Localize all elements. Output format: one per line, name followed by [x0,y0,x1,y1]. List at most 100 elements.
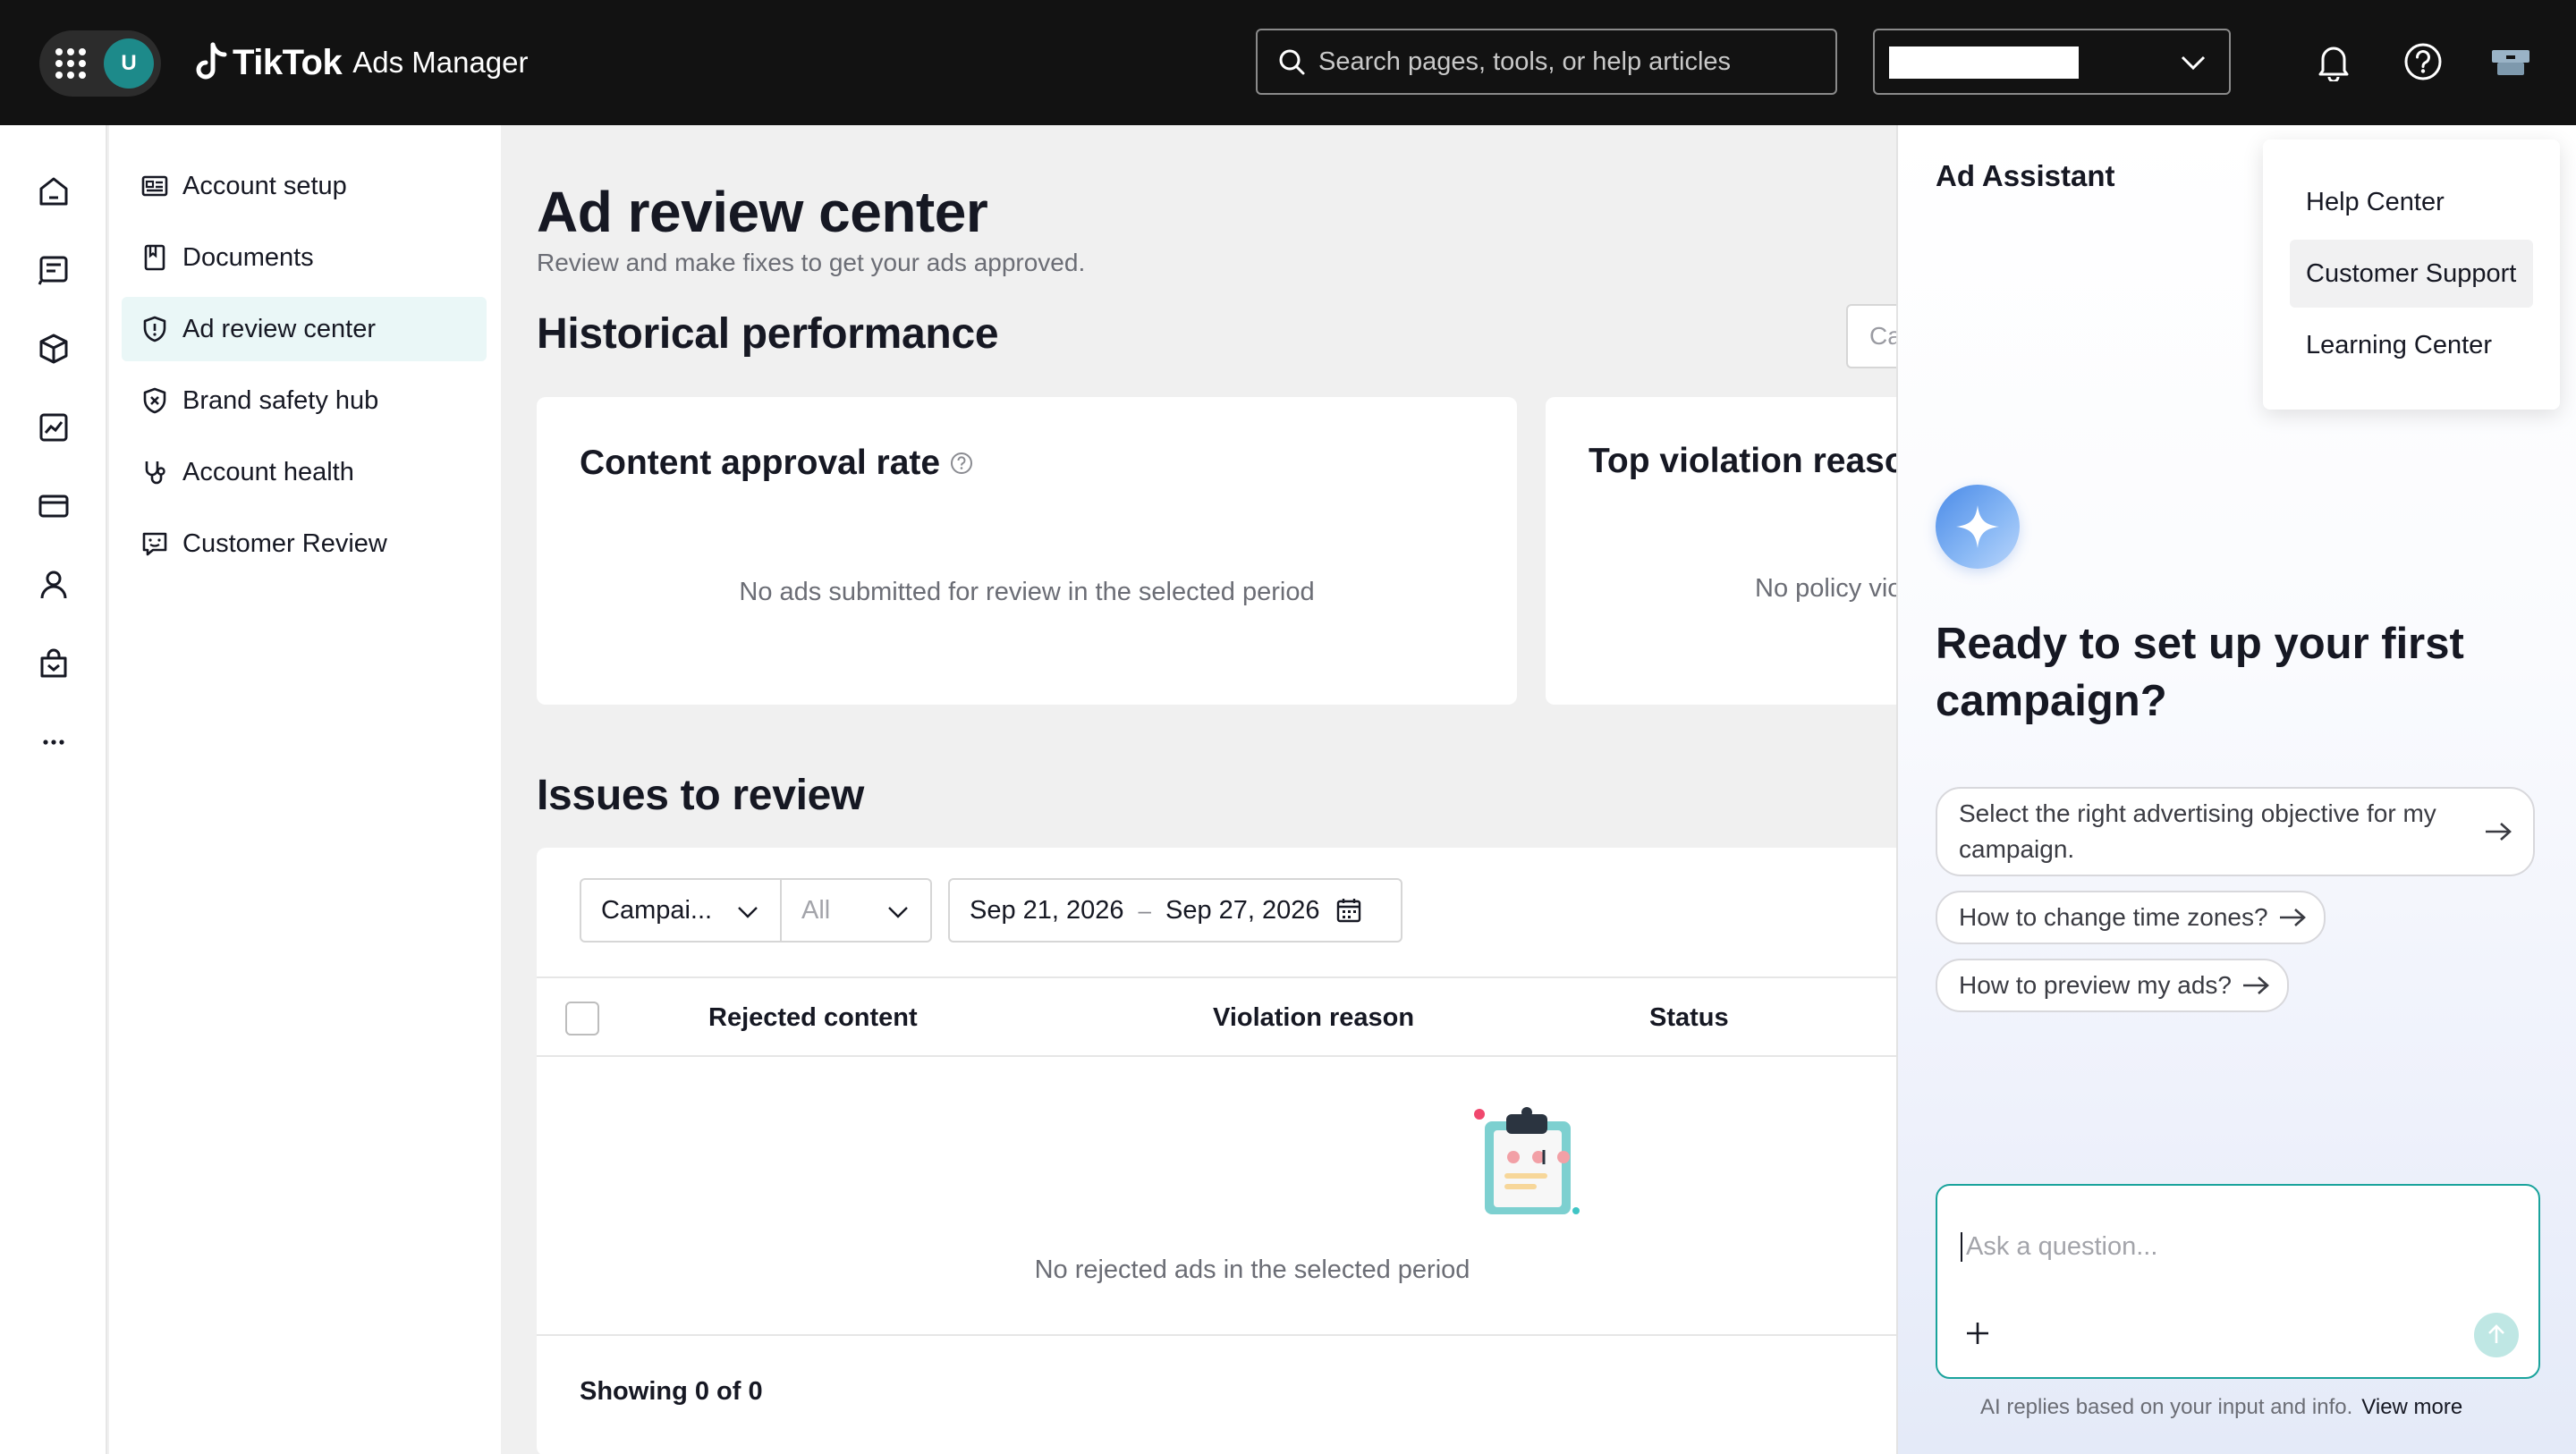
pagination-summary: Showing 0 of 0 [580,1377,763,1406]
shield-info-icon [140,314,170,344]
status-filter-value: All [801,895,831,925]
left-rail [0,125,107,1454]
campaign-icon[interactable] [32,249,75,292]
suggestion-preview-ads[interactable]: How to preview my ads? [1936,959,2290,1012]
account-selector[interactable] [1873,29,2231,95]
search-icon [1279,49,1305,75]
arrow-right-icon [2486,823,2512,841]
nav-label: Account setup [182,171,347,200]
page-subtitle: Review and make fixes to get your ads ap… [537,249,1086,276]
main-content: Ad review center Review and make fixes t… [501,125,1896,1454]
arrow-right-icon [2279,909,2306,926]
suggestion-objective[interactable]: Select the right advertising objective f… [1936,787,2535,876]
empty-clipboard-illustration [1474,1107,1580,1214]
campaign-level-value: Campai... [601,895,713,925]
graduation-cap-icon[interactable] [2487,38,2535,86]
chevron-down-icon [888,907,908,918]
content-approval-card: Content approval rate No ads submitted f… [537,397,1517,705]
bookmark-doc-icon [140,242,170,273]
view-more-link[interactable]: View more [2361,1395,2462,1419]
issues-to-review-title: Issues to review [537,772,865,819]
arrow-right-icon [2243,976,2269,994]
suggestion-time-zones[interactable]: How to change time zones? [1936,891,2326,944]
menu-item-learning-center[interactable]: Learning Center [2290,311,2533,379]
filter-bar: Campai... All Sep 21, 2026 – Sep 27, 202… [580,878,1402,943]
page-title: Ad review center [537,180,988,244]
product-name: Ads Manager [352,46,529,79]
historical-performance-title: Historical performance [537,310,999,358]
assistant-heading: Ready to set up your first campaign? [1936,620,2464,725]
menu-item-help-center[interactable]: Help Center [2290,168,2533,236]
date-start: Sep 21, 2026 [970,895,1124,925]
app-switcher[interactable]: U [39,30,161,97]
nav-item-customer-review[interactable]: Customer Review [122,511,487,576]
review-message-icon [140,528,170,559]
help-icon[interactable] [2399,38,2447,86]
col-rejected-content[interactable]: Rejected content [708,1003,918,1033]
analytics-icon[interactable] [32,406,75,449]
top-bar: U TikTok Ads Manager Search pages, tools… [0,0,2576,125]
tiktok-logo[interactable]: TikTok Ads Manager [193,39,529,86]
date-range-picker[interactable]: Sep 21, 2026 – Sep 27, 2026 [948,878,1402,943]
date-end: Sep 27, 2026 [1165,895,1320,925]
status-filter-select[interactable]: All [782,878,932,943]
sparkle-icon [1936,485,2020,569]
ask-placeholder: Ask a question... [1961,1232,2157,1262]
bell-icon[interactable] [2309,38,2358,86]
ad-assistant-title: Ad Assistant [1936,159,2115,192]
top-violation-title: Top violation reasons [1589,442,1896,480]
search-placeholder: Search pages, tools, or help articles [1318,46,1732,76]
top-violation-empty: No policy violations [1755,574,1896,603]
table-empty-message: No rejected ads in the selected period [1034,1255,1470,1284]
avatar[interactable]: U [104,38,154,89]
nav-label: Customer Review [182,528,387,558]
grid-icon[interactable] [55,48,86,79]
campaign-level-select[interactable]: Campai... [580,878,782,943]
chevron-down-icon [738,907,758,918]
assistant-disclaimer: AI replies based on your input and info.… [1980,1395,2462,1420]
brand-name: TikTok [233,42,343,82]
calendar-icon [1336,899,1360,923]
side-nav: Account setup Documents Ad review center… [109,125,501,1454]
assets-cube-icon[interactable] [32,327,75,370]
select-all-checkbox[interactable] [565,1002,599,1036]
user-icon[interactable] [32,563,75,606]
table-header: Rejected content Violation reason Status [537,976,1896,1057]
chevron-down-icon [2181,55,2206,71]
nav-item-account-setup[interactable]: Account setup [122,154,487,218]
nav-item-account-health[interactable]: Account health [122,440,487,504]
suggestion-text: How to change time zones? [1959,903,2268,931]
nav-label: Brand safety hub [182,385,379,415]
disclaimer-text: AI replies based on your input and info. [1980,1395,2353,1419]
plus-icon[interactable] [1964,1320,1991,1347]
nav-item-documents[interactable]: Documents [122,225,487,290]
shield-x-icon [140,385,170,416]
nav-item-brand-safety-hub[interactable]: Brand safety hub [122,368,487,433]
content-approval-empty: No ads submitted for review in the selec… [739,578,1315,606]
card-title-text: Content approval rate [580,444,941,482]
help-menu-dropdown: Help Center Customer Support Learning Ce… [2263,139,2560,410]
content-approval-title: Content approval rate [580,444,974,483]
arrow-up-icon [2488,1324,2504,1343]
nav-label: Account health [182,457,354,486]
send-button[interactable] [2474,1313,2519,1357]
suggestion-text: Select the right advertising objective f… [1959,799,2436,863]
nav-item-ad-review-center[interactable]: Ad review center [122,297,487,361]
date-separator: – [1138,896,1152,924]
stethoscope-icon [140,457,170,487]
search-input[interactable]: Search pages, tools, or help articles [1256,29,1837,95]
account-name-redacted [1889,46,2079,79]
payment-card-icon[interactable] [32,485,75,528]
menu-item-customer-support[interactable]: Customer Support [2290,240,2533,308]
info-icon[interactable] [949,451,974,476]
col-violation-reason[interactable]: Violation reason [1213,1003,1414,1033]
id-card-icon [140,171,170,201]
historical-filter-select[interactable]: Ca [1846,304,1896,368]
ask-question-input[interactable]: Ask a question... [1936,1184,2540,1379]
more-icon[interactable] [32,721,75,764]
home-icon[interactable] [32,170,75,213]
shopping-bag-icon[interactable] [32,642,75,685]
col-status[interactable]: Status [1649,1003,1729,1033]
nav-label: Documents [182,242,314,272]
issues-table-card: Campai... All Sep 21, 2026 – Sep 27, 202… [537,848,1896,1454]
